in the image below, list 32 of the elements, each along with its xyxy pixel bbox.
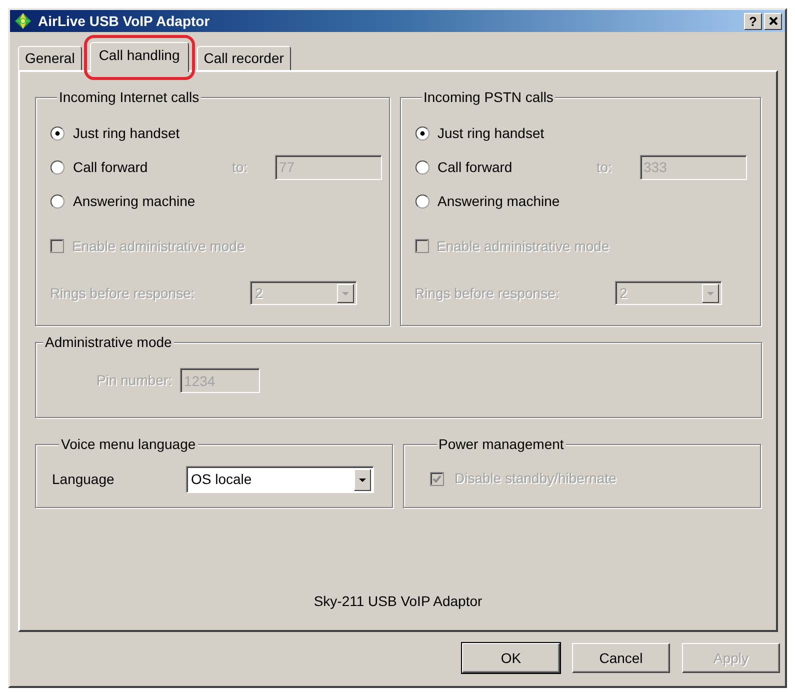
caret-icon xyxy=(337,284,354,302)
tab[interactable]: Call recorder xyxy=(196,46,291,70)
group-title: Incoming PSTN calls xyxy=(422,89,556,106)
language-dropdown[interactable]: OS locale xyxy=(186,466,374,493)
help-button[interactable]: ? xyxy=(744,12,762,30)
dialog-button[interactable]: OK xyxy=(462,643,560,673)
tab[interactable]: General xyxy=(18,46,82,70)
group-title: Power management xyxy=(436,436,566,453)
radio-label: Answering machine xyxy=(73,192,196,211)
caret-icon xyxy=(354,468,371,490)
radio-button[interactable] xyxy=(414,194,430,208)
radio-button[interactable] xyxy=(414,160,430,174)
close-icon xyxy=(768,17,778,25)
radio-label: Just ring handset xyxy=(73,124,180,143)
logo-icon xyxy=(14,12,32,30)
group-title: Incoming Internet calls xyxy=(57,89,202,106)
tab[interactable]: Call handling xyxy=(90,42,189,72)
radio-label: Call forward xyxy=(73,158,148,176)
radio-label: Call forward xyxy=(438,158,512,176)
close-button[interactable] xyxy=(764,12,782,30)
radio-label: Answering machine xyxy=(438,192,560,211)
device-name-label: Sky-211 USB VoIP Adaptor xyxy=(314,592,482,611)
radio-label: Just ring handset xyxy=(438,124,544,143)
language-label: Language xyxy=(52,470,116,489)
dialog-button[interactable]: Cancel xyxy=(572,643,670,673)
group-title: Voice menu language xyxy=(59,436,198,453)
radio-button[interactable] xyxy=(414,126,430,140)
radio-button[interactable] xyxy=(50,126,65,140)
radio-button[interactable] xyxy=(50,160,65,174)
window-title: AirLive USB VoIP Adaptor xyxy=(38,12,210,30)
caret-icon xyxy=(702,284,718,302)
radio-button[interactable] xyxy=(50,194,65,208)
